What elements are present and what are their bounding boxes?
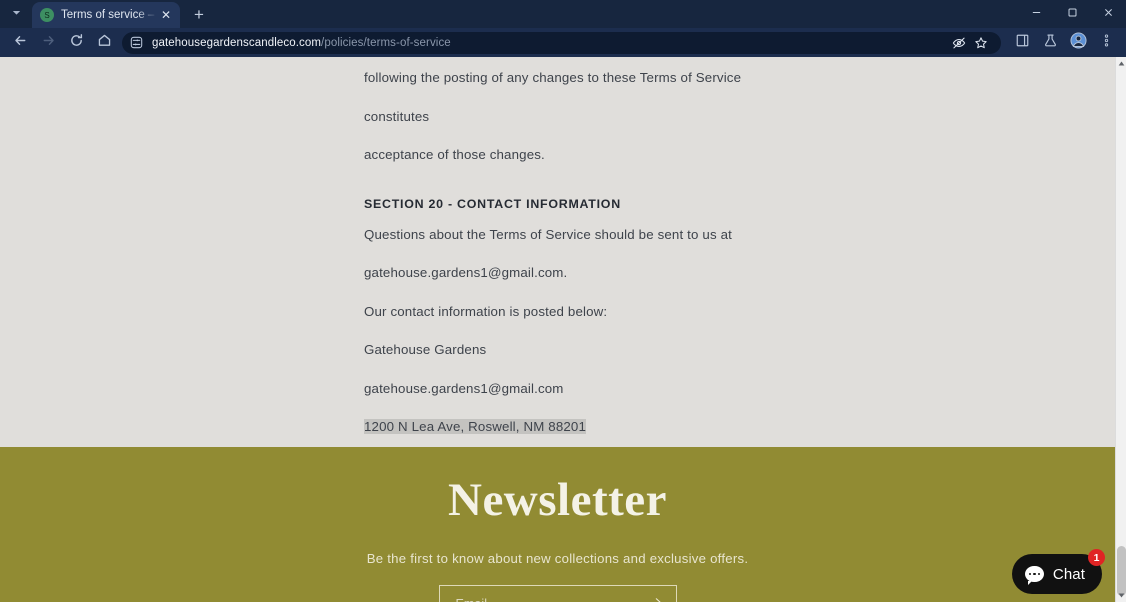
email-input[interactable] [455, 597, 647, 602]
close-icon [1103, 5, 1114, 23]
labs-button[interactable] [1036, 29, 1064, 57]
newsletter-title: Newsletter [448, 473, 667, 526]
minimize-icon [1031, 5, 1042, 23]
tab-title: Terms of service – Gatehouse G [61, 9, 158, 21]
close-icon[interactable]: ✕ [158, 7, 174, 23]
split-screen-icon [1015, 33, 1030, 53]
new-tab-button[interactable]: + [186, 1, 212, 27]
flask-icon [1043, 33, 1058, 53]
url-path: /policies/terms-of-service [321, 36, 451, 49]
browser-window: S Terms of service – Gatehouse G ✕ + [0, 0, 1126, 602]
minimize-button[interactable] [1018, 0, 1054, 28]
newsletter-form[interactable] [438, 585, 677, 602]
split-screen-button[interactable] [1008, 29, 1036, 57]
url-domain: gatehousegardenscandleco.com [152, 36, 322, 49]
tab-search-button[interactable] [4, 2, 28, 26]
section-heading: SECTION 20 - CONTACT INFORMATION [364, 196, 621, 211]
forward-button[interactable] [34, 29, 62, 57]
newsletter-section: Newsletter Be the first to know about ne… [0, 446, 1115, 602]
arrow-left-icon [13, 33, 28, 53]
reload-button[interactable] [62, 29, 90, 57]
home-button[interactable] [90, 29, 118, 57]
address-bar-url: gatehousegardenscandleco.com/policies/te… [152, 37, 451, 49]
article-line: Gatehouse Gardens [364, 342, 487, 357]
article-line: acceptance of those changes. [364, 147, 545, 162]
browser-toolbar: gatehousegardenscandleco.com/policies/te… [0, 28, 1126, 57]
star-icon[interactable] [971, 33, 991, 53]
article-line: gatehouse.gardens1@gmail.com [364, 380, 564, 396]
newsletter-subtitle: Be the first to know about new collectio… [366, 551, 749, 567]
plus-icon: + [194, 4, 204, 24]
scroll-down-arrow-icon[interactable] [1116, 589, 1126, 602]
close-window-button[interactable] [1090, 0, 1126, 28]
omnibox-actions [949, 33, 991, 53]
site-settings-sliders-icon[interactable] [128, 34, 145, 51]
scroll-up-arrow-icon[interactable] [1116, 57, 1126, 70]
terms-article: following the posting of any changes to … [0, 57, 1115, 447]
three-dot-menu-icon [1099, 33, 1114, 53]
maximize-icon [1067, 5, 1078, 23]
chat-unread-badge: 1 [1088, 549, 1105, 566]
article-line: Questions about the Terms of Service sho… [364, 226, 732, 242]
window-controls [1018, 0, 1126, 28]
chat-widget-label: Chat [1052, 565, 1085, 583]
arrow-right-icon[interactable] [647, 596, 662, 602]
home-icon [97, 33, 112, 53]
chat-widget-button[interactable]: Chat 1 [1011, 549, 1105, 594]
chat-bubble-icon [1024, 566, 1044, 585]
profile-button[interactable] [1064, 29, 1092, 57]
eye-slash-icon[interactable] [949, 33, 969, 53]
address-bar[interactable]: gatehousegardenscandleco.com/policies/te… [122, 31, 1001, 54]
article-paragraph-top: following the posting of any changes to … [364, 59, 764, 175]
page-content-column: following the posting of any changes to … [0, 57, 1115, 602]
account-avatar-icon [1069, 31, 1087, 54]
page-viewport: following the posting of any changes to … [0, 57, 1126, 602]
toolbar-right-actions [1008, 29, 1120, 57]
article-line: Our contact information is posted below: [364, 303, 608, 319]
shopify-favicon: S [40, 8, 54, 22]
reload-icon [69, 33, 84, 53]
chrome-menu-button[interactable] [1092, 29, 1120, 57]
chevron-down-icon [11, 5, 22, 23]
article-line: gatehouse.gardens1@gmail.com. [364, 265, 568, 280]
tab-strip: S Terms of service – Gatehouse G ✕ + [0, 0, 1126, 28]
selected-address-line: 1200 N Lea Ave, Roswell, NM 88201 [364, 408, 764, 447]
page-scrollbar[interactable] [1115, 57, 1126, 602]
browser-tab-active[interactable]: S Terms of service – Gatehouse G ✕ [32, 2, 180, 28]
article-line: following the posting of any changes to … [364, 70, 742, 124]
back-button[interactable] [6, 29, 34, 57]
selection-highlight: 1200 N Lea Ave, Roswell, NM 88201 [364, 419, 587, 434]
contact-info-block: Questions about the Terms of Service sho… [364, 216, 764, 447]
arrow-right-icon [41, 33, 56, 53]
maximize-button[interactable] [1054, 0, 1090, 28]
